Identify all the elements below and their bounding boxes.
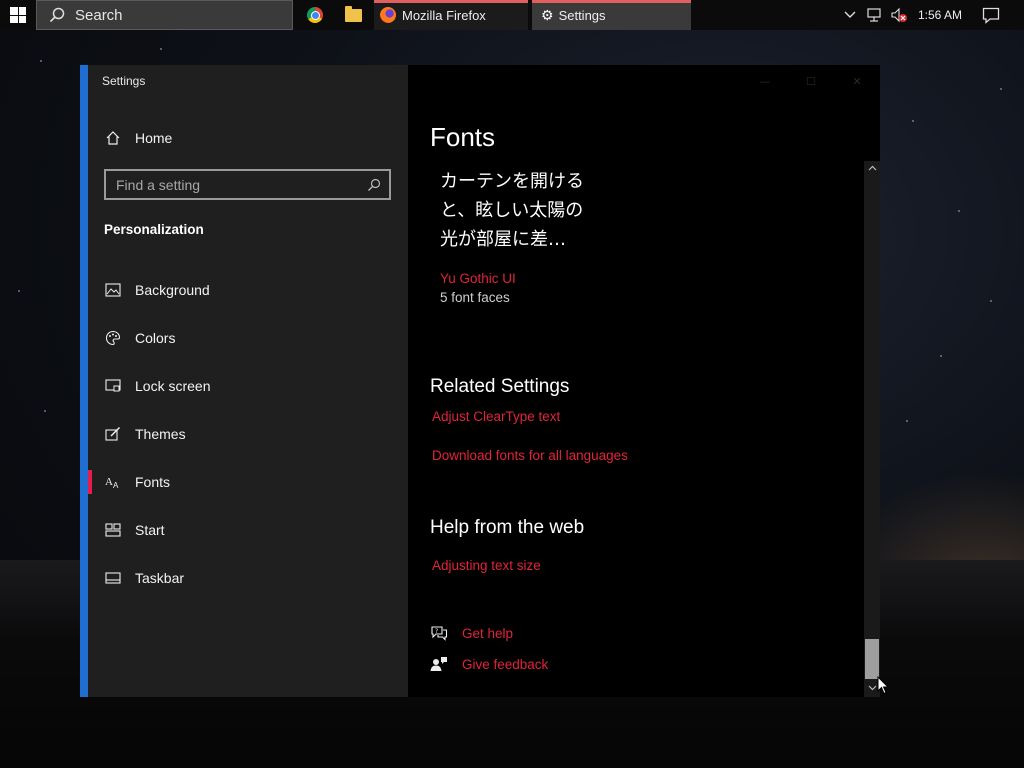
sidebar-item-label: Colors bbox=[135, 330, 176, 346]
window-accent-border bbox=[80, 65, 88, 697]
help-from-web-heading: Help from the web bbox=[430, 517, 585, 538]
font-sample-line: 光が部屋に差… bbox=[440, 229, 566, 250]
palette-icon bbox=[104, 329, 122, 347]
sidebar-item-lock-screen[interactable]: Lock screen bbox=[88, 366, 408, 406]
get-help-row[interactable]: ? Get help bbox=[430, 624, 513, 642]
volume-muted-icon[interactable] bbox=[888, 0, 910, 30]
related-settings-heading: Related Settings bbox=[430, 376, 570, 397]
taskbar-item-firefox[interactable]: Mozilla Firefox bbox=[374, 0, 528, 30]
font-sample-line: と、眩しい太陽の bbox=[440, 200, 584, 221]
fonts-page: — ☐ ✕ Fonts カーテンを開ける と、眩しい太陽の 光が部屋に差… Yu… bbox=[408, 65, 880, 697]
font-card[interactable]: カーテンを開ける と、眩しい太陽の 光が部屋に差… bbox=[440, 167, 620, 254]
give-feedback-icon bbox=[430, 655, 448, 673]
give-feedback-row[interactable]: Give feedback bbox=[430, 655, 548, 673]
taskbar-item-label: Settings bbox=[558, 7, 606, 23]
taskbar: Search Mozilla Firefox ⚙ Settings 1:56 A… bbox=[0, 0, 1024, 30]
sidebar-item-label: Themes bbox=[135, 426, 186, 442]
taskbar-icon bbox=[104, 569, 122, 587]
scroll-thumb[interactable] bbox=[865, 639, 879, 679]
sidebar-item-colors[interactable]: Colors bbox=[88, 318, 408, 358]
sidebar-item-fonts[interactable]: AA Fonts bbox=[88, 462, 408, 502]
fonts-icon: AA bbox=[104, 473, 122, 491]
sidebar-item-label: Start bbox=[135, 522, 165, 538]
action-center-icon[interactable] bbox=[978, 0, 1004, 30]
search-icon bbox=[49, 7, 65, 23]
file-explorer-icon[interactable] bbox=[340, 0, 366, 30]
window-controls: — ☐ ✕ bbox=[742, 65, 880, 97]
sidebar-item-background[interactable]: Background bbox=[88, 270, 408, 310]
sidebar-item-start[interactable]: Start bbox=[88, 510, 408, 550]
gear-icon: ⚙ bbox=[541, 6, 554, 23]
taskbar-item-settings[interactable]: ⚙ Settings bbox=[532, 0, 691, 30]
show-hidden-icons-chevron-icon[interactable] bbox=[840, 0, 860, 30]
svg-text:A: A bbox=[105, 476, 113, 488]
home-icon bbox=[104, 129, 122, 147]
window-title: Settings bbox=[102, 74, 146, 88]
font-name[interactable]: Yu Gothic UI bbox=[440, 271, 516, 286]
taskbar-search-placeholder: Search bbox=[75, 6, 123, 24]
svg-text:A: A bbox=[113, 481, 119, 489]
mouse-cursor-icon bbox=[877, 676, 889, 695]
sidebar-item-home[interactable]: Home bbox=[88, 118, 408, 158]
themes-icon bbox=[104, 425, 122, 443]
section-title: Personalization bbox=[104, 222, 204, 237]
picture-icon bbox=[104, 281, 122, 299]
windows-logo-icon bbox=[10, 7, 26, 23]
chrome-icon[interactable] bbox=[302, 0, 328, 30]
give-feedback-link[interactable]: Give feedback bbox=[462, 657, 548, 672]
settings-sidebar: Settings Home Find a setting Personaliza… bbox=[88, 65, 408, 697]
sidebar-item-label: Home bbox=[135, 130, 173, 146]
svg-text:?: ? bbox=[435, 628, 438, 635]
close-button[interactable]: ✕ bbox=[834, 65, 880, 97]
sidebar-item-label: Taskbar bbox=[135, 570, 185, 586]
content-scrollbar[interactable] bbox=[864, 161, 880, 697]
taskbar-search-box[interactable]: Search bbox=[36, 0, 293, 30]
start-icon bbox=[104, 521, 122, 539]
lock-screen-icon bbox=[104, 377, 122, 395]
get-help-link[interactable]: Get help bbox=[462, 626, 513, 641]
start-button[interactable] bbox=[0, 0, 36, 30]
taskbar-item-label: Mozilla Firefox bbox=[402, 7, 486, 23]
font-sample-line: カーテンを開ける bbox=[440, 171, 584, 192]
search-icon bbox=[368, 178, 381, 191]
sidebar-item-taskbar[interactable]: Taskbar bbox=[88, 558, 408, 598]
font-faces-count: 5 font faces bbox=[440, 290, 510, 305]
adjusting-text-size-link[interactable]: Adjusting text size bbox=[432, 558, 541, 573]
page-title: Fonts bbox=[430, 122, 496, 152]
minimize-button[interactable]: — bbox=[742, 65, 788, 97]
scroll-up-arrow-icon[interactable] bbox=[864, 161, 880, 175]
sidebar-item-label: Background bbox=[135, 282, 210, 298]
settings-window: Settings Home Find a setting Personaliza… bbox=[80, 65, 880, 697]
download-fonts-link[interactable]: Download fonts for all languages bbox=[432, 448, 628, 463]
taskbar-clock[interactable]: 1:56 AM bbox=[914, 0, 966, 30]
find-setting-placeholder: Find a setting bbox=[116, 176, 201, 193]
maximize-button[interactable]: ☐ bbox=[788, 65, 834, 97]
network-icon[interactable] bbox=[864, 0, 884, 30]
firefox-icon bbox=[380, 7, 396, 23]
sidebar-item-label: Lock screen bbox=[135, 378, 211, 394]
sidebar-item-themes[interactable]: Themes bbox=[88, 414, 408, 454]
sidebar-item-label: Fonts bbox=[135, 474, 171, 490]
get-help-icon: ? bbox=[430, 624, 448, 642]
find-setting-input[interactable]: Find a setting bbox=[104, 169, 391, 200]
adjust-cleartype-link[interactable]: Adjust ClearType text bbox=[432, 409, 560, 424]
